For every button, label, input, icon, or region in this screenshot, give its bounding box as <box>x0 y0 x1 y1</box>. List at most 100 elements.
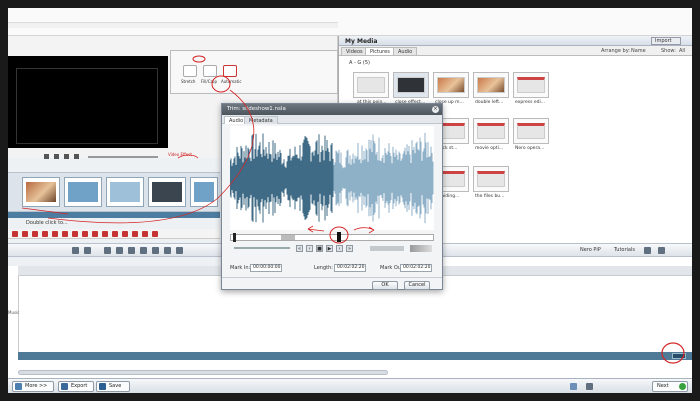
play-icon[interactable]: ▶ <box>326 245 333 252</box>
level-meter <box>410 245 432 252</box>
forward-icon[interactable] <box>176 247 183 254</box>
timeline-scrollbar[interactable] <box>18 370 388 375</box>
media-item[interactable] <box>353 72 389 98</box>
prev-icon[interactable] <box>44 154 49 159</box>
clip-thumbnail[interactable] <box>190 177 218 207</box>
tile-caption: Stretch <box>181 79 196 84</box>
app-icon[interactable] <box>82 231 88 237</box>
cut-icon[interactable] <box>104 247 111 254</box>
app-icon[interactable] <box>122 231 128 237</box>
top-timeline-strip <box>8 8 692 36</box>
tab-videos[interactable]: Videos <box>341 47 368 55</box>
media-item[interactable] <box>433 72 469 98</box>
media-item[interactable] <box>473 118 509 144</box>
media-item[interactable] <box>473 166 509 192</box>
tab-audio[interactable]: Audio <box>393 47 418 55</box>
stop-icon[interactable]: ■ <box>316 245 323 252</box>
help-icon[interactable] <box>586 383 593 390</box>
dialog-title: Trim: slideshow1.nsla <box>227 106 286 112</box>
media-caption: express edi... <box>515 100 546 105</box>
arrange-select[interactable]: Name <box>631 48 646 54</box>
save-button[interactable]: Save <box>96 381 130 392</box>
next-frame-icon[interactable]: › <box>336 245 343 252</box>
media-title: My Media <box>345 38 378 45</box>
clip-thumbnail[interactable] <box>22 177 60 207</box>
length-field[interactable]: 00:02:02:20 <box>334 264 366 272</box>
app-icon[interactable] <box>132 231 138 237</box>
play-icon[interactable] <box>54 154 59 159</box>
arrange-label: Arrange by: <box>601 48 630 54</box>
clip-thumbnail[interactable] <box>64 177 102 207</box>
app-icon[interactable] <box>32 231 38 237</box>
length-label: Length: <box>314 265 333 271</box>
save-icon <box>99 383 106 390</box>
zoom-slider[interactable] <box>370 246 404 251</box>
mark-out-field[interactable]: 00:02:02:20 <box>400 264 432 272</box>
app-icon[interactable] <box>12 231 18 237</box>
media-item[interactable] <box>393 72 429 98</box>
nero-pip-button[interactable]: Nero PiP <box>580 247 601 253</box>
clip-thumbnail[interactable] <box>148 177 186 207</box>
automatic-tile[interactable] <box>223 65 237 77</box>
app-icon[interactable] <box>52 231 58 237</box>
redo-icon[interactable] <box>84 247 91 254</box>
export-button[interactable]: Export <box>58 381 94 392</box>
tab-metadata[interactable]: Metadata <box>244 116 278 124</box>
import-button[interactable]: Import <box>651 37 681 45</box>
split-icon[interactable] <box>128 247 135 254</box>
stop-icon[interactable] <box>140 247 147 254</box>
app-icon[interactable] <box>62 231 68 237</box>
play-icon[interactable] <box>164 247 171 254</box>
stop-icon[interactable] <box>64 154 69 159</box>
media-item[interactable] <box>513 118 549 144</box>
fill-crop-tile[interactable] <box>203 65 217 77</box>
media-item[interactable] <box>473 72 509 98</box>
audio-waveform <box>229 132 434 224</box>
screenshot-frame: Stretch Fill/Crop Automatic Video Effect… <box>0 0 700 401</box>
zoom-icon[interactable] <box>658 247 665 254</box>
forward-icon[interactable]: » <box>346 245 353 252</box>
clip-end-handle[interactable] <box>672 353 686 359</box>
app-icon[interactable] <box>72 231 78 237</box>
waveform-view[interactable] <box>229 126 434 230</box>
next-button[interactable]: Next <box>652 381 688 392</box>
mark-in-label: Mark In: <box>230 265 251 271</box>
app-icon[interactable] <box>102 231 108 237</box>
ok-button[interactable]: OK <box>372 281 398 290</box>
clip-thumbnail[interactable] <box>106 177 144 207</box>
rewind-icon[interactable] <box>152 247 159 254</box>
tab-pictures[interactable]: Pictures <box>365 47 395 55</box>
media-item[interactable] <box>513 72 549 98</box>
show-select[interactable]: All <box>679 48 685 54</box>
tutorials-button[interactable]: Tutorials <box>614 247 635 253</box>
stretch-tile[interactable] <box>183 65 197 77</box>
volume-slider[interactable] <box>234 247 290 249</box>
app-icon[interactable] <box>152 231 158 237</box>
undo-icon[interactable] <box>72 247 79 254</box>
close-icon[interactable]: × <box>432 106 439 113</box>
camera-icon[interactable] <box>116 247 123 254</box>
audio-clip-track[interactable] <box>18 352 692 360</box>
microphone-icon[interactable] <box>644 247 651 254</box>
app-icon[interactable] <box>22 231 28 237</box>
group-header[interactable]: A - G (5) <box>349 60 469 68</box>
dialog-titlebar: Trim: slideshow1.nsla × <box>222 104 442 115</box>
preview-seek-bar[interactable] <box>88 156 158 158</box>
back-icon[interactable] <box>570 383 577 390</box>
playhead-handle[interactable] <box>337 232 341 242</box>
prev-frame-icon[interactable]: ‹ <box>306 245 313 252</box>
mark-in-field[interactable]: 00:00:00:00 <box>250 264 282 272</box>
rewind-icon[interactable]: « <box>296 245 303 252</box>
next-icon[interactable] <box>74 154 79 159</box>
more-button[interactable]: More >> <box>12 381 54 392</box>
app-icon[interactable] <box>112 231 118 237</box>
trim-ruler[interactable] <box>230 232 434 242</box>
media-caption: Nero opera... <box>515 146 545 151</box>
app-icon[interactable] <box>92 231 98 237</box>
video-effect-label[interactable]: Video Effect <box>168 152 196 160</box>
app-icon[interactable] <box>142 231 148 237</box>
mark-in-handle[interactable] <box>233 233 236 242</box>
cancel-button[interactable]: Cancel <box>404 281 430 290</box>
audio-track-bar[interactable] <box>8 212 220 218</box>
app-icon[interactable] <box>42 231 48 237</box>
